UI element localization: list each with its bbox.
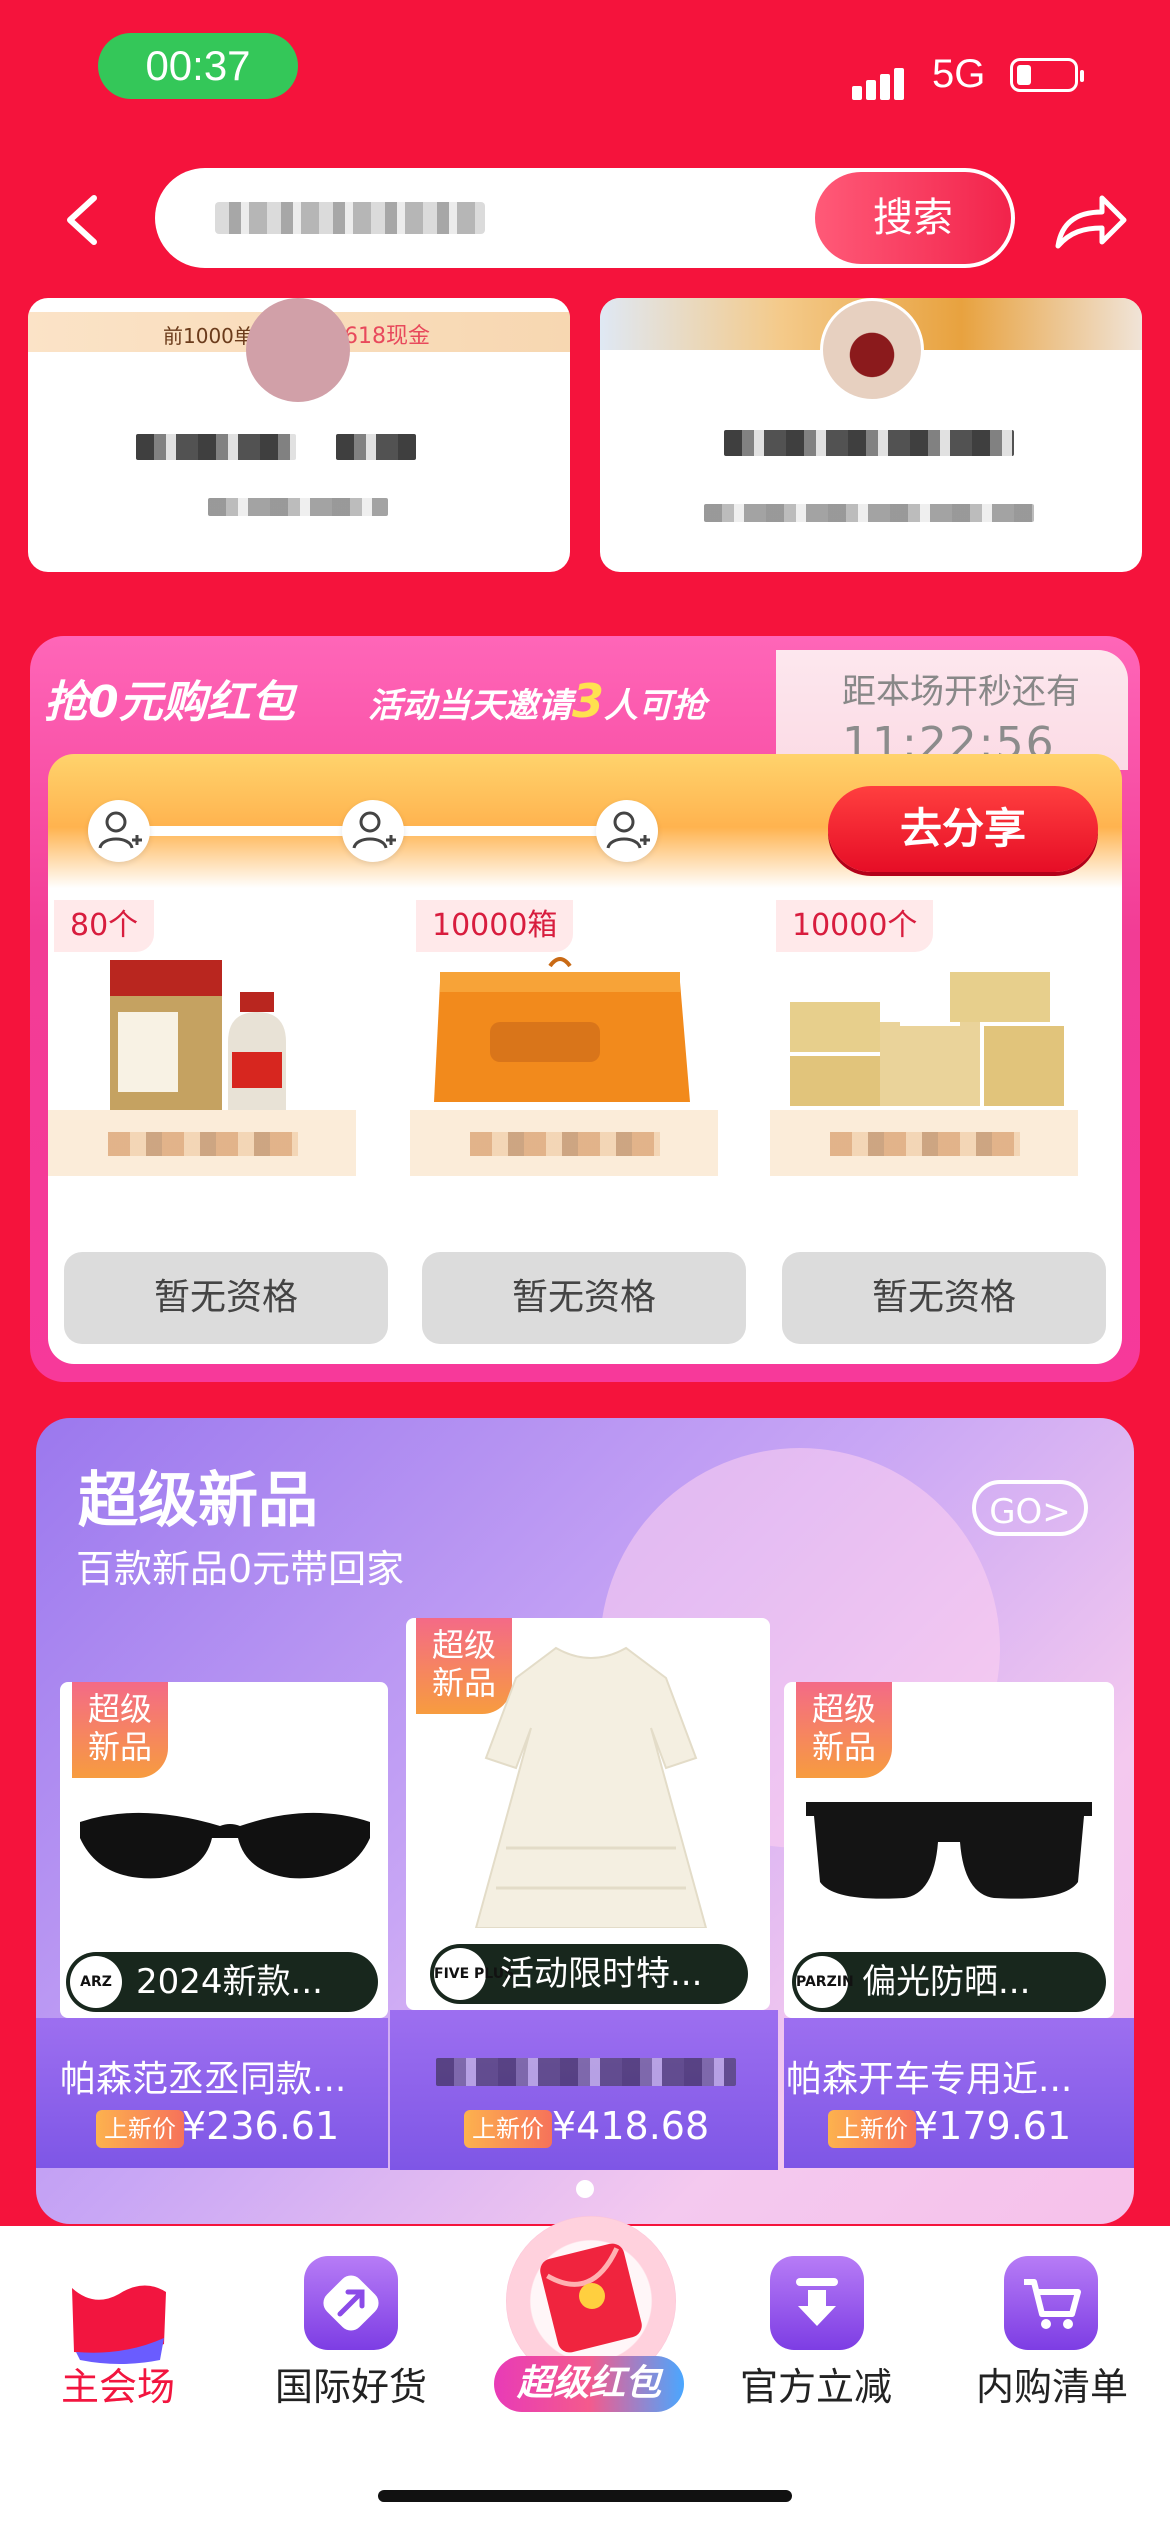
new-product-card[interactable]: 超级 新品 ARZ 2024新款...	[60, 1682, 388, 2018]
super-new-badge: 超级 新品	[796, 1682, 892, 1778]
product-card[interactable]: 10000个	[770, 900, 1078, 1200]
red-packet-title: 抢0元购红包	[44, 677, 295, 728]
search-query-redacted	[215, 202, 485, 234]
dress-image	[474, 1646, 708, 1928]
carousel-dot[interactable]	[576, 2180, 594, 2198]
product-image	[770, 952, 1078, 1112]
new-products-title: 超级新品	[78, 1466, 318, 1536]
product-name: 帕森范丞丞同款...	[60, 2059, 347, 2100]
brand-logo: PARZIN	[796, 1956, 854, 2008]
product-image	[48, 952, 356, 1112]
share-button[interactable]: 去分享	[828, 786, 1098, 872]
product-quantity: 10000个	[776, 900, 934, 952]
status-time: 00:37	[98, 33, 298, 99]
product-card[interactable]: 80个	[48, 900, 356, 1200]
tab-main-venue[interactable]: 主会场	[8, 2356, 228, 2411]
sunglasses-image	[806, 1802, 1092, 1899]
add-friend-icon[interactable]	[88, 800, 150, 862]
no-eligibility-button[interactable]: 暂无资格	[782, 1252, 1106, 1344]
countdown-label: 距本场开秒还有	[842, 672, 1080, 712]
shop-card[interactable]: 前1000单 618现金	[28, 298, 570, 572]
new-product-card[interactable]: 超级 新品 FIVE PLUS 活动限时特...	[406, 1618, 770, 2010]
product-pill: PARZIN 偏光防晒...	[792, 1952, 1106, 2012]
product-quantity: 80个	[54, 900, 155, 952]
share-icon[interactable]	[1050, 186, 1130, 256]
new-products-subtitle: 百款新品0元带回家	[76, 1547, 405, 1591]
shop-desc-redacted	[704, 504, 1034, 522]
tab-purchase-list[interactable]: 内购清单	[942, 2356, 1162, 2411]
tab-official-discount[interactable]: 官方立减	[706, 2356, 926, 2411]
red-packet-subtitle: 活动当天邀请3人可抢	[368, 674, 707, 728]
battery-icon	[1010, 58, 1084, 92]
product-name-redacted	[436, 2058, 736, 2086]
cart-icon[interactable]	[1004, 2256, 1098, 2350]
price-tag: 上新价	[828, 2110, 916, 2148]
brand-logo: FIVE PLUS	[434, 1948, 514, 2000]
home-indicator	[378, 2490, 792, 2502]
shop-name-redacted	[336, 434, 416, 460]
go-button[interactable]: GO>	[972, 1480, 1088, 1536]
download-arrow-icon[interactable]	[770, 2256, 864, 2350]
shop-logo	[246, 298, 350, 402]
sunglasses-image	[80, 1812, 370, 1879]
back-icon[interactable]	[54, 180, 114, 260]
product-name-redacted	[770, 1110, 1078, 1176]
network-label: 5G	[932, 52, 986, 96]
shop-banner-text: 前1000单	[163, 324, 254, 348]
product-name-redacted	[410, 1110, 718, 1176]
add-friend-icon[interactable]	[596, 800, 658, 862]
product-pill: ARZ 2024新款...	[66, 1952, 378, 2012]
product-name: 帕森开车专用近...	[786, 2059, 1073, 2100]
add-friend-icon[interactable]	[342, 800, 404, 862]
plane-icon[interactable]	[304, 2256, 398, 2350]
search-bar[interactable]: 搜索	[155, 168, 1015, 268]
no-eligibility-button[interactable]: 暂无资格	[64, 1252, 388, 1344]
main-venue-icon[interactable]	[64, 2268, 174, 2368]
product-pill: FIVE PLUS 活动限时特...	[430, 1944, 748, 2004]
super-new-badge: 超级 新品	[72, 1682, 168, 1778]
shop-name-redacted	[724, 430, 1014, 456]
product-price: ¥418.68	[552, 2104, 710, 2148]
search-button[interactable]: 搜索	[815, 172, 1011, 264]
price-tag: 上新价	[96, 2110, 184, 2148]
no-eligibility-button[interactable]: 暂无资格	[422, 1252, 746, 1344]
shop-card[interactable]	[600, 298, 1142, 572]
shop-logo	[820, 298, 924, 402]
brand-logo: ARZ	[70, 1956, 122, 2008]
signal-icon	[852, 60, 916, 100]
product-price: ¥179.61	[914, 2104, 1072, 2148]
shop-desc-redacted	[208, 498, 388, 516]
product-card[interactable]: 10000箱	[410, 900, 718, 1200]
shop-banner-highlight: 618现金	[344, 324, 430, 349]
product-name-redacted	[48, 1110, 356, 1176]
shop-name-redacted	[136, 434, 296, 460]
product-quantity: 10000箱	[416, 900, 574, 952]
product-image	[410, 952, 718, 1112]
product-price: ¥236.61	[182, 2104, 340, 2148]
tab-super-red-packet[interactable]: 超级红包	[494, 2356, 684, 2412]
price-tag: 上新价	[464, 2110, 552, 2148]
tab-international[interactable]: 国际好货	[241, 2356, 461, 2411]
new-product-card[interactable]: 超级 新品 PARZIN 偏光防晒...	[784, 1682, 1114, 2018]
